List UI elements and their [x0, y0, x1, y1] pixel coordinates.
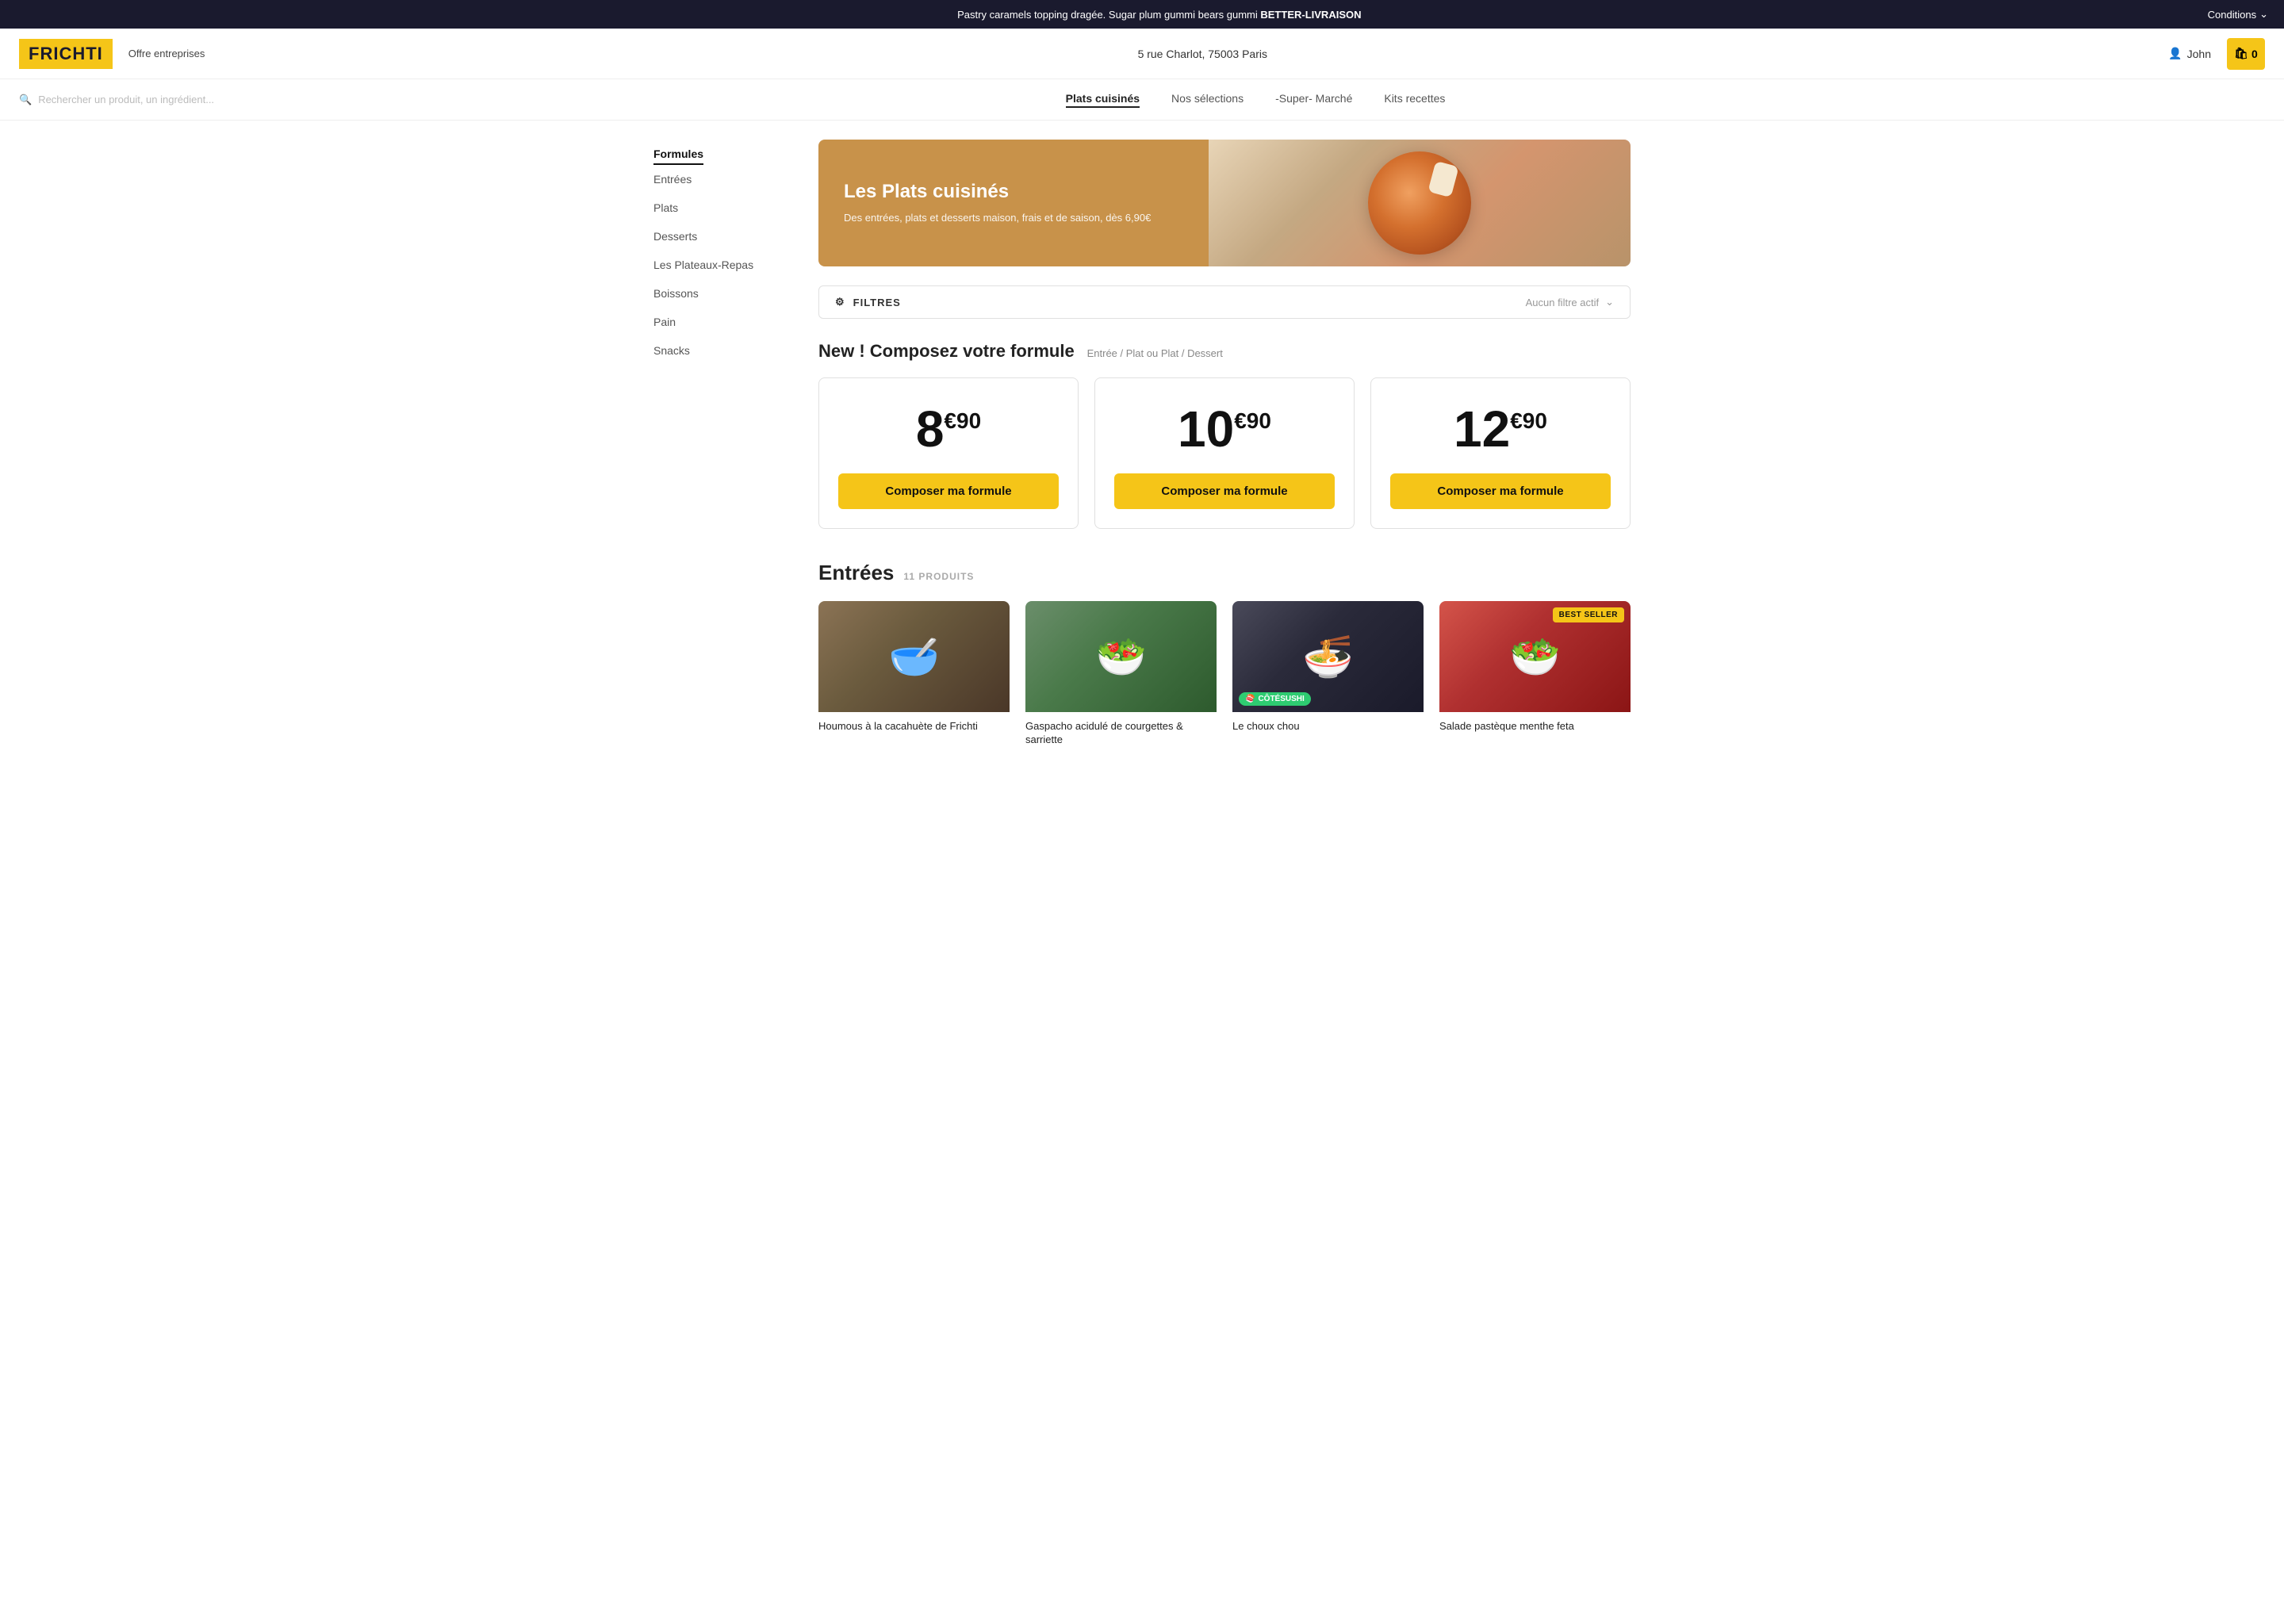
- entrees-header: Entrées 11 PRODUITS: [818, 561, 1631, 585]
- price-display-1: 8€90: [916, 404, 981, 454]
- search-placeholder: Rechercher un produit, un ingrédient...: [38, 94, 214, 105]
- formula-card-2: 10€90 Composer ma formule: [1094, 377, 1355, 529]
- product-grid: 🥣 Houmous à la cacahuète de Frichti 🥗 Ga…: [818, 601, 1631, 747]
- search-wrap[interactable]: 🔍 Rechercher un produit, un ingrédient..…: [19, 94, 214, 106]
- product-image-1: 🥗: [1025, 601, 1217, 712]
- product-card-0[interactable]: 🥣 Houmous à la cacahuète de Frichti: [818, 601, 1010, 747]
- formula-section: New ! Composez votre formule Entrée / Pl…: [818, 341, 1631, 529]
- filters-button[interactable]: ⚙ FILTRES: [835, 296, 901, 308]
- sidebar-item-pain[interactable]: Pain: [653, 308, 780, 336]
- tab-plats-cuisines[interactable]: Plats cuisinés: [1066, 92, 1140, 108]
- announcement-text: Pastry caramels topping dragée. Sugar pl…: [111, 9, 2208, 21]
- product-image-2: 🍜 🍣 CÔTÉSUSHI: [1232, 601, 1424, 712]
- announcement-bar: Pastry caramels topping dragée. Sugar pl…: [0, 0, 2284, 29]
- delivery-address[interactable]: 5 rue Charlot, 75003 Paris: [236, 48, 2168, 60]
- product-name-3: Salade pastèque menthe feta: [1439, 720, 1631, 733]
- filters-active-state[interactable]: Aucun filtre actif ⌄: [1526, 296, 1614, 308]
- hero-text: Les Plats cuisinés Des entrées, plats et…: [818, 140, 1209, 266]
- user-menu[interactable]: 👤 John: [2168, 47, 2211, 60]
- price-main-1: 8: [916, 404, 945, 454]
- best-seller-badge-3: BEST SELLER: [1553, 607, 1624, 622]
- sidebar: Formules Entrées Plats Desserts Les Plat…: [653, 140, 780, 747]
- filters-active-text: Aucun filtre actif: [1526, 297, 1600, 308]
- product-card-1[interactable]: 🥗 Gaspacho acidulé de courgettes & sarri…: [1025, 601, 1217, 747]
- filters-bar[interactable]: ⚙ FILTRES Aucun filtre actif ⌄: [818, 285, 1631, 319]
- price-cents-2: 90: [1247, 410, 1271, 432]
- header-actions: 👤 John 🛍 0: [2168, 38, 2265, 70]
- entrees-title: Entrées: [818, 561, 894, 585]
- compose-button-2[interactable]: Composer ma formule: [1114, 473, 1335, 509]
- price-cents-3: 90: [1523, 410, 1547, 432]
- header: FRICHTI Offre entreprises 5 rue Charlot,…: [0, 29, 2284, 79]
- product-card-2[interactable]: 🍜 🍣 CÔTÉSUSHI Le choux chou: [1232, 601, 1424, 747]
- cart-icon: 🛍: [2234, 47, 2248, 60]
- cart-count: 0: [2251, 48, 2258, 60]
- entrees-section: Entrées 11 PRODUITS 🥣 Houmous à la cacah…: [818, 561, 1631, 747]
- sidebar-item-desserts[interactable]: Desserts: [653, 222, 780, 251]
- price-display-3: 12€90: [1454, 404, 1547, 454]
- product-name-1: Gaspacho acidulé de courgettes & sarriet…: [1025, 720, 1217, 747]
- chevron-down-icon: ⌄: [2259, 8, 2268, 21]
- formula-card-3: 12€90 Composer ma formule: [1370, 377, 1631, 529]
- user-icon: 👤: [2168, 47, 2182, 60]
- hero-subtitle: Des entrées, plats et desserts maison, f…: [844, 211, 1183, 225]
- compose-button-3[interactable]: Composer ma formule: [1390, 473, 1611, 509]
- partner-badge-2: 🍣 CÔTÉSUSHI: [1239, 692, 1311, 706]
- product-name-0: Houmous à la cacahuète de Frichti: [818, 720, 1010, 733]
- entrees-count: 11 PRODUITS: [903, 571, 974, 582]
- sidebar-item-formules[interactable]: Formules: [653, 140, 703, 165]
- main-content: Les Plats cuisinés Des entrées, plats et…: [818, 140, 1631, 747]
- tab-nos-selections[interactable]: Nos sélections: [1171, 92, 1244, 108]
- formula-cards: 8€90 Composer ma formule 10€90 Composer …: [818, 377, 1631, 529]
- price-euro-3: €: [1510, 410, 1523, 432]
- product-image-3: 🥗 BEST SELLER: [1439, 601, 1631, 712]
- sidebar-item-entrees[interactable]: Entrées: [653, 165, 780, 193]
- chevron-down-icon: ⌄: [1605, 296, 1614, 308]
- formula-options: Entrée / Plat ou Plat / Dessert: [1087, 347, 1223, 359]
- product-image-0: 🥣: [818, 601, 1010, 712]
- main-nav: 🔍 Rechercher un produit, un ingrédient..…: [0, 79, 2284, 121]
- formula-title: New ! Composez votre formule: [818, 341, 1075, 361]
- logo[interactable]: FRICHTI: [19, 39, 113, 69]
- tab-kits-recettes[interactable]: Kits recettes: [1384, 92, 1445, 108]
- offre-entreprises-link[interactable]: Offre entreprises: [128, 48, 205, 59]
- hero-image: [1209, 140, 1631, 266]
- nav-tabs: Plats cuisinés Nos sélections -Super- Ma…: [246, 92, 2265, 108]
- sidebar-item-plats[interactable]: Plats: [653, 193, 780, 222]
- formula-header: New ! Composez votre formule Entrée / Pl…: [818, 341, 1631, 362]
- price-euro-2: €: [1234, 410, 1247, 432]
- formula-card-1: 8€90 Composer ma formule: [818, 377, 1079, 529]
- sidebar-item-snacks[interactable]: Snacks: [653, 336, 780, 365]
- conditions-button[interactable]: Conditions ⌄: [2208, 8, 2268, 21]
- product-card-3[interactable]: 🥗 BEST SELLER Salade pastèque menthe fet…: [1439, 601, 1631, 747]
- page-layout: Formules Entrées Plats Desserts Les Plat…: [634, 121, 1650, 747]
- sidebar-item-boissons[interactable]: Boissons: [653, 279, 780, 308]
- price-cents-1: 90: [956, 410, 981, 432]
- compose-button-1[interactable]: Composer ma formule: [838, 473, 1059, 509]
- price-euro-1: €: [944, 410, 956, 432]
- tab-super-marche[interactable]: -Super- Marché: [1275, 92, 1352, 108]
- cart-button[interactable]: 🛍 0: [2227, 38, 2265, 70]
- search-icon: 🔍: [19, 94, 32, 106]
- price-display-2: 10€90: [1178, 404, 1271, 454]
- sliders-icon: ⚙: [835, 296, 845, 308]
- product-name-2: Le choux chou: [1232, 720, 1424, 733]
- hero-soup-image: [1368, 151, 1471, 255]
- price-main-2: 10: [1178, 404, 1234, 454]
- hero-banner: Les Plats cuisinés Des entrées, plats et…: [818, 140, 1631, 266]
- filters-label: FILTRES: [853, 297, 901, 308]
- price-main-3: 12: [1454, 404, 1510, 454]
- hero-title: Les Plats cuisinés: [844, 181, 1183, 203]
- sidebar-item-plateaux-repas[interactable]: Les Plateaux-Repas: [653, 251, 780, 279]
